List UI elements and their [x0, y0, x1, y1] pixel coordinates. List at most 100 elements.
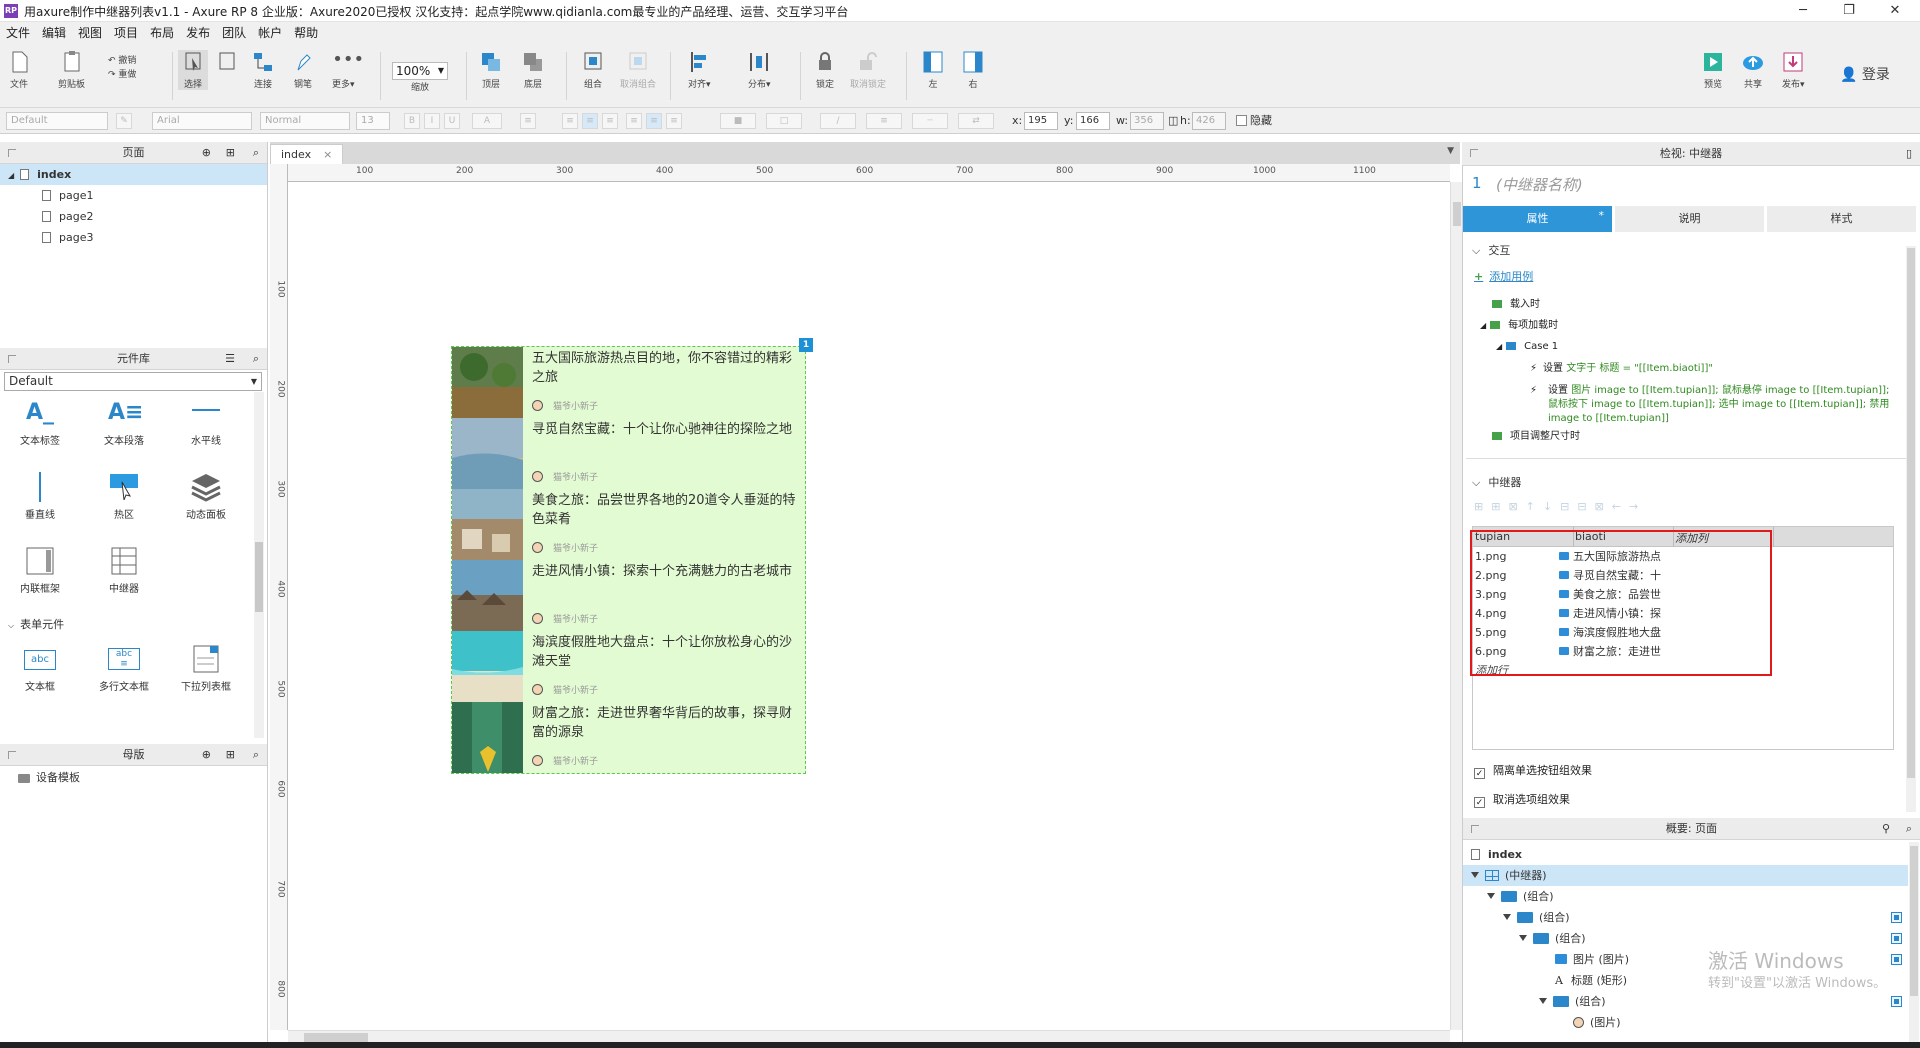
library-scrollbar[interactable]	[254, 392, 264, 738]
action-set-text[interactable]: ⚡ 设置 文字于 标题 = "[[Item.biaoti]]"	[1530, 362, 1890, 376]
select-mode-button[interactable]	[216, 50, 238, 77]
line-width-icon[interactable]: ≡	[866, 113, 902, 129]
lock-button[interactable]: 锁定	[814, 50, 836, 90]
move-right-icon[interactable]: →	[1629, 500, 1646, 513]
hidden-checkbox[interactable]: 隐藏	[1236, 111, 1272, 131]
tab-style[interactable]: 样式	[1767, 206, 1917, 232]
tab-properties[interactable]: 属性 *	[1463, 206, 1613, 232]
move-down-icon[interactable]: ↓	[1543, 500, 1560, 513]
page-item-page3[interactable]: page3	[0, 227, 267, 248]
repeater-widget[interactable]: 五大国际旅游热点目的地，你不容错过的精彩之旅 猫爷小新子 寻觅自然宝藏：十个让你…	[451, 346, 806, 774]
widget-dynamic-panel[interactable]: 动态面板	[166, 472, 246, 521]
add-folder-icon[interactable]: ⊞	[226, 744, 235, 766]
deselect-option-checkbox[interactable]: ✓ 取消选项组效果	[1474, 791, 1570, 808]
form-section-header[interactable]: ⌵ 表单元件	[8, 616, 64, 632]
widget-text-paragraph[interactable]: A≡ 文本段落	[84, 398, 164, 447]
add-case-link[interactable]: + 添加用例	[1474, 268, 1533, 284]
outline-item-group[interactable]: (组合)	[1519, 928, 1586, 949]
style-editor-icon[interactable]: ✎	[116, 113, 132, 129]
insert-col-right-icon[interactable]: ⊟	[1577, 500, 1594, 513]
align-right-icon[interactable]: ≡	[602, 113, 618, 129]
shadow-icon[interactable]: □	[766, 113, 802, 129]
add-folder-icon[interactable]: ⊞	[226, 142, 235, 164]
group-button[interactable]: 组合	[582, 50, 604, 90]
chevron-down-icon[interactable]: ▼	[1447, 146, 1454, 156]
pin-icon[interactable]	[8, 149, 16, 157]
event-on-item-load[interactable]: ◢ 每项加载时	[1480, 319, 1558, 333]
pin-icon[interactable]	[1471, 825, 1479, 833]
action-set-image[interactable]: ⚡ 设置 图片 image to [[Item.tupian]]; 鼠标悬停 im…	[1530, 384, 1890, 426]
list-item[interactable]: 财富之旅：走进世界奢华背后的故事，探寻财富的源泉 猫爷小新子	[452, 702, 806, 773]
maximize-icon[interactable]: ❐	[1826, 0, 1872, 22]
clipboard-button[interactable]: 剪贴板	[58, 50, 85, 90]
italic-icon[interactable]: I	[424, 113, 440, 129]
outline-scrollbar[interactable]	[1909, 842, 1919, 1044]
select-tool-button[interactable]: 选择	[178, 50, 208, 90]
fill-color-icon[interactable]: ■	[720, 113, 756, 129]
x-input[interactable]: 195	[1024, 112, 1058, 130]
page-item-page2[interactable]: page2	[0, 206, 267, 227]
widget-text-field[interactable]: abc 文本框	[0, 644, 80, 693]
outline-item-group[interactable]: (组合)	[1539, 991, 1606, 1012]
insert-row-icon[interactable]: ⊞	[1474, 500, 1491, 513]
search-icon[interactable]: ⌕	[1906, 818, 1912, 840]
lock-ratio-icon[interactable]: ◫	[1168, 111, 1178, 131]
distribute-button[interactable]: 分布▾	[748, 50, 771, 90]
interactions-section[interactable]: ⌵ 交互	[1472, 242, 1510, 258]
more-tools-button[interactable]: ••• 更多▾	[332, 50, 364, 91]
event-on-load[interactable]: 载入时	[1492, 298, 1540, 312]
widget-hotspot[interactable]: 热区	[84, 472, 164, 521]
list-item[interactable]: 寻觅自然宝藏：十个让你心驰神往的探险之地 猫爷小新子	[452, 418, 806, 489]
menu-edit[interactable]: 编辑	[36, 22, 72, 44]
tab-index[interactable]: index ×	[270, 144, 344, 164]
menu-file[interactable]: 文件	[0, 22, 36, 44]
outline-item-image[interactable]: 图片 (图片)	[1555, 949, 1629, 970]
filter-icon[interactable]: ⚲	[1882, 818, 1890, 840]
collapse-icon[interactable]	[1503, 914, 1511, 920]
list-item[interactable]: 美食之旅：品尝世界各地的20道令人垂涎的特色菜肴 猫爷小新子	[452, 489, 806, 560]
canvas-vertical-scrollbar[interactable]	[1450, 182, 1462, 1030]
file-button[interactable]: 文件	[8, 50, 30, 90]
menu-view[interactable]: 视图	[72, 22, 108, 44]
share-button[interactable]: 共享	[1742, 50, 1764, 90]
outline-item-avatar-image[interactable]: (图片)	[1573, 1012, 1621, 1033]
isolate-radio-checkbox[interactable]: ✓ 隔离单选按钮组效果	[1474, 762, 1592, 779]
pin-icon[interactable]	[8, 751, 16, 759]
visibility-icon[interactable]	[1891, 912, 1902, 923]
line-style-icon[interactable]: ┄	[912, 113, 948, 129]
collapse-icon[interactable]	[1471, 872, 1479, 878]
outline-item-page[interactable]: index	[1471, 844, 1911, 865]
collapse-icon[interactable]	[1539, 998, 1547, 1004]
login-button[interactable]: 👤 登录	[1840, 64, 1890, 84]
valign-top-icon[interactable]: ≡	[626, 113, 642, 129]
visibility-icon[interactable]	[1891, 954, 1902, 965]
zoom-select[interactable]: 100% ▼ 缩放	[392, 62, 448, 93]
master-item-device-template[interactable]: 设备模板	[0, 767, 267, 788]
undo-button[interactable]: ↶ 撤销	[108, 54, 136, 68]
ungroup-button[interactable]: 取消组合	[620, 50, 656, 90]
valign-middle-icon[interactable]: ≡	[646, 113, 662, 129]
y-input[interactable]: 166	[1076, 112, 1110, 130]
menu-icon[interactable]: ☰	[225, 348, 235, 370]
font-color-icon[interactable]: A	[472, 113, 502, 129]
bullet-list-icon[interactable]: ≡	[520, 113, 536, 129]
search-icon[interactable]: ⌕	[253, 744, 259, 766]
delete-col-icon[interactable]: ⊠	[1595, 500, 1612, 513]
widget-horizontal-line[interactable]: 水平线	[166, 398, 246, 447]
page-item-index[interactable]: ◢ index	[0, 164, 267, 185]
collapse-icon[interactable]: ◢	[8, 171, 14, 180]
delete-row-icon[interactable]: ⊠	[1508, 500, 1525, 513]
align-center-icon[interactable]: ≡	[582, 113, 598, 129]
width-input[interactable]: 356	[1130, 112, 1164, 130]
menu-account[interactable]: 帐户	[252, 22, 288, 44]
pin-icon[interactable]	[8, 355, 16, 363]
menu-project[interactable]: 项目	[108, 22, 144, 44]
line-color-icon[interactable]: ∕	[820, 113, 856, 129]
pen-tool-button[interactable]: 钢笔	[292, 50, 314, 90]
library-select[interactable]: Default ▼	[4, 372, 262, 391]
insert-col-icon[interactable]: ⊟	[1560, 500, 1577, 513]
widget-vertical-line[interactable]: 垂直线	[0, 472, 80, 521]
height-input[interactable]: 426	[1192, 112, 1226, 130]
minimize-icon[interactable]: ─	[1780, 0, 1826, 22]
search-icon[interactable]: ⌕	[253, 142, 259, 164]
